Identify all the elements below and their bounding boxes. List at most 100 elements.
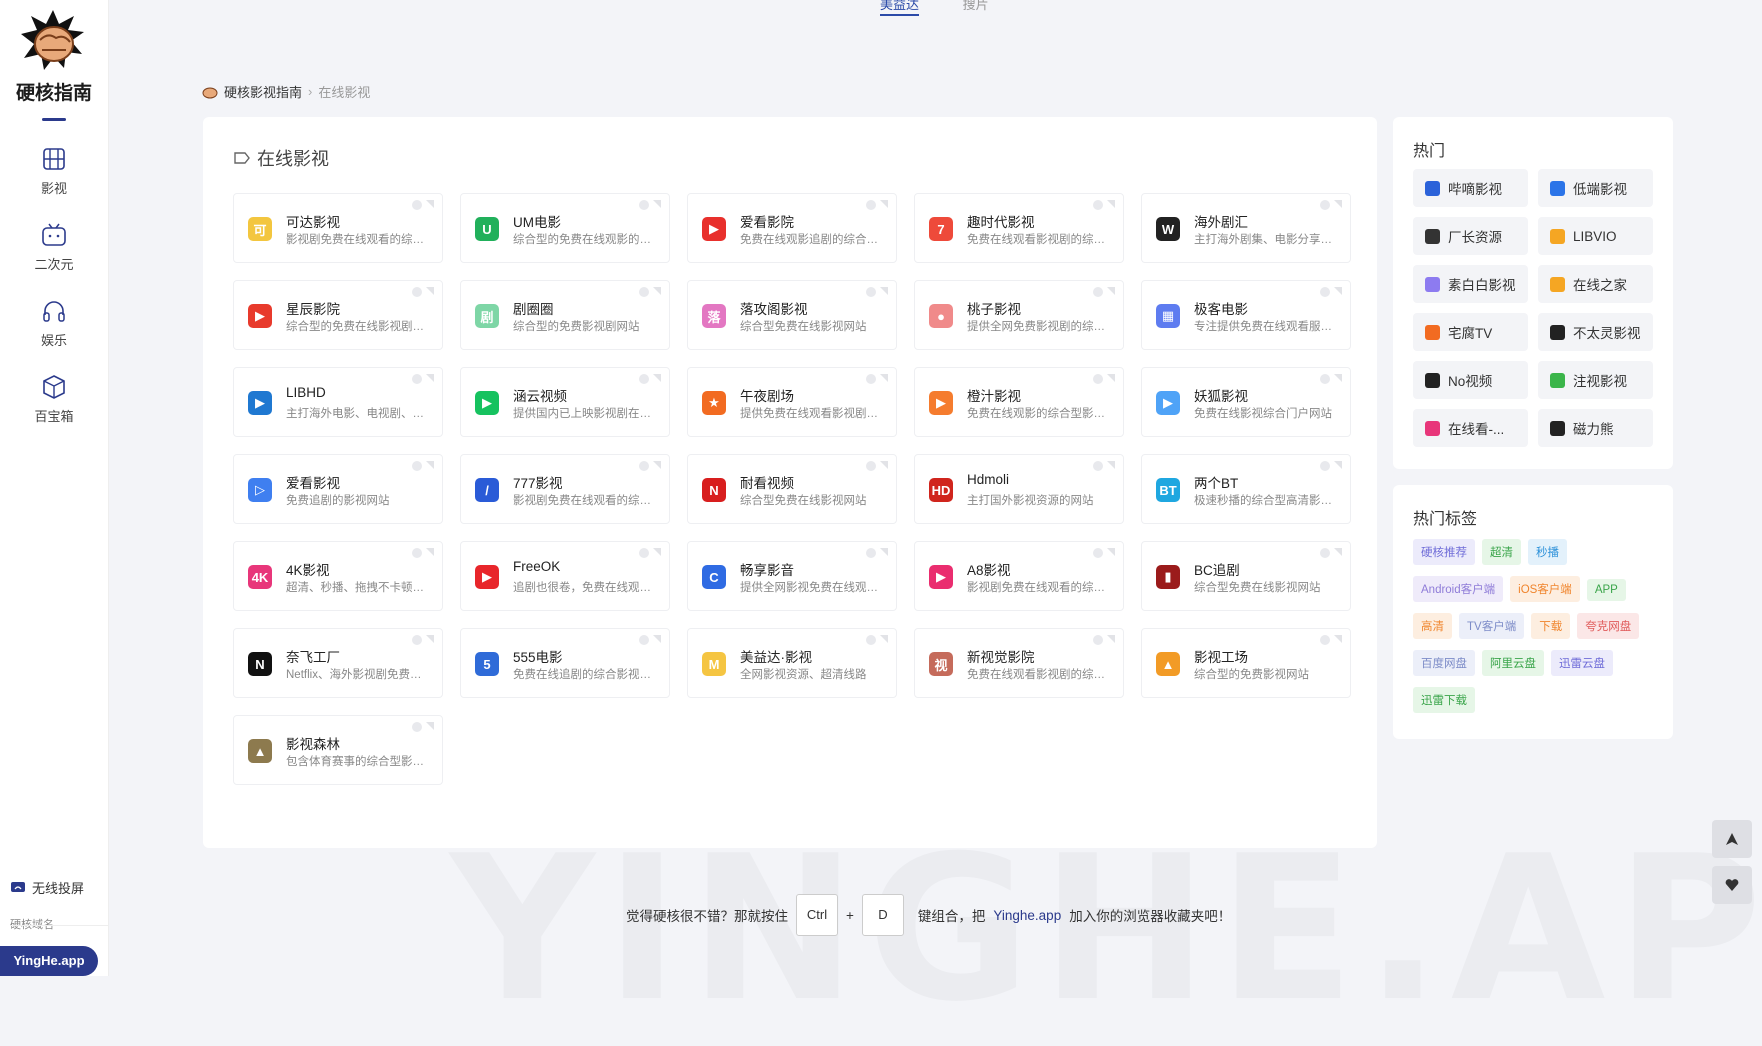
domain-badge[interactable]: YingHe.app — [0, 946, 98, 976]
corner-link-icon[interactable] — [880, 287, 888, 295]
site-card[interactable]: ▶ 涵云视频 提供国内已上映影视剧在线观看 — [460, 367, 670, 437]
hot-item[interactable]: 不太灵影视 — [1538, 313, 1653, 351]
corner-link-icon[interactable] — [1107, 200, 1115, 208]
tag-chip[interactable]: APP — [1586, 579, 1626, 601]
tag-chip[interactable]: 高清 — [1413, 613, 1452, 639]
sidebar-item-anime[interactable]: 二次元 — [0, 222, 108, 274]
info-icon[interactable] — [412, 200, 422, 210]
site-card[interactable]: ▶ FreeOK 追剧也很卷，免费在线观影网站 — [460, 541, 670, 611]
info-icon[interactable] — [1093, 548, 1103, 558]
sidebar-item-entertainment[interactable]: 娱乐 — [0, 298, 108, 350]
tag-chip[interactable]: 秒播 — [1528, 539, 1567, 565]
tag-chip[interactable]: 超清 — [1482, 539, 1521, 565]
corner-link-icon[interactable] — [880, 374, 888, 382]
info-icon[interactable] — [1093, 635, 1103, 645]
site-card[interactable]: 7 趣时代影视 免费在线观看影视剧的综合网站 — [914, 193, 1124, 263]
hot-item[interactable]: 在线之家 — [1538, 265, 1653, 303]
site-card[interactable]: 可可达影视影视剧免费在线观看的综合型网站 — [233, 193, 443, 263]
info-icon[interactable] — [866, 635, 876, 645]
wireless-cast-link[interactable]: 无线投屏 — [10, 878, 84, 897]
corner-link-icon[interactable] — [1107, 548, 1115, 556]
top-nav-other[interactable]: 搜片 — [963, 0, 989, 12]
corner-link-icon[interactable] — [653, 287, 661, 295]
tag-chip[interactable]: 夸克网盘 — [1577, 613, 1640, 639]
info-icon[interactable] — [866, 548, 876, 558]
info-icon[interactable] — [1320, 548, 1330, 558]
corner-link-icon[interactable] — [653, 635, 661, 643]
site-card[interactable]: 5 555电影 免费在线追剧的综合影视网站 — [460, 628, 670, 698]
corner-link-icon[interactable] — [1334, 200, 1342, 208]
info-icon[interactable] — [1320, 374, 1330, 384]
hot-item[interactable]: 哔嘀影视 — [1413, 169, 1528, 207]
info-icon[interactable] — [412, 548, 422, 558]
site-card[interactable]: ● 桃子影视 提供全网免费影视剧的综合网站 — [914, 280, 1124, 350]
corner-link-icon[interactable] — [880, 200, 888, 208]
info-icon[interactable] — [412, 374, 422, 384]
info-icon[interactable] — [866, 287, 876, 297]
corner-link-icon[interactable] — [653, 200, 661, 208]
site-card[interactable]: HD Hdmoli 主打国外影视资源的网站 — [914, 454, 1124, 524]
tag-chip[interactable]: 硬核推荐 — [1413, 539, 1475, 565]
site-link[interactable]: Yinghe.app — [993, 908, 1061, 923]
site-card[interactable]: ▶ 爱看影院 免费在线观影追剧的综合型网站 — [687, 193, 897, 263]
tag-chip[interactable]: TV客户端 — [1459, 613, 1525, 639]
info-icon[interactable] — [1093, 461, 1103, 471]
tag-chip[interactable]: 阿里云盘 — [1482, 650, 1544, 676]
info-icon[interactable] — [866, 374, 876, 384]
site-card[interactable]: / 777影视影视剧免费在线观看的综合型网站 — [460, 454, 670, 524]
site-card[interactable]: ▷ 爱看影视 免费追剧的影视网站 — [233, 454, 443, 524]
site-card[interactable]: N 奈飞工厂 Netflix、海外影视剧免费在线观看 — [233, 628, 443, 698]
info-icon[interactable] — [412, 635, 422, 645]
info-icon[interactable] — [1093, 287, 1103, 297]
tag-chip[interactable]: 百度网盘 — [1413, 650, 1475, 676]
tag-chip[interactable]: 迅雷下载 — [1413, 687, 1475, 713]
info-icon[interactable] — [639, 374, 649, 384]
info-icon[interactable] — [639, 461, 649, 471]
info-icon[interactable] — [1093, 374, 1103, 384]
corner-link-icon[interactable] — [653, 548, 661, 556]
corner-link-icon[interactable] — [880, 635, 888, 643]
site-card[interactable]: U UM电影综合型的免费在线观影的影视网站 — [460, 193, 670, 263]
hot-item[interactable]: No视频 — [1413, 361, 1528, 399]
site-card[interactable]: ▶ 妖狐影视 免费在线影视综合门户网站 — [1141, 367, 1351, 437]
corner-link-icon[interactable] — [426, 722, 434, 730]
sidebar-item-toolbox[interactable]: 百宝箱 — [0, 374, 108, 426]
info-icon[interactable] — [1320, 200, 1330, 210]
site-card[interactable]: 视新视觉影院 免费在线观看影视剧的综合网站 — [914, 628, 1124, 698]
info-icon[interactable] — [639, 200, 649, 210]
corner-link-icon[interactable] — [426, 635, 434, 643]
info-icon[interactable] — [1093, 200, 1103, 210]
info-icon[interactable] — [1320, 461, 1330, 471]
corner-link-icon[interactable] — [1334, 548, 1342, 556]
corner-link-icon[interactable] — [1107, 287, 1115, 295]
site-card[interactable]: ▶ 星辰影院 综合型的免费在线影视剧网站 — [233, 280, 443, 350]
info-icon[interactable] — [639, 548, 649, 558]
site-card[interactable]: M 美益达·影视 全网影视资源、超清线路 — [687, 628, 897, 698]
corner-link-icon[interactable] — [426, 461, 434, 469]
logo-fist-icon[interactable] — [18, 8, 88, 76]
favorite-button[interactable] — [1712, 866, 1752, 904]
tag-chip[interactable]: Android客户端 — [1413, 576, 1504, 602]
site-card[interactable]: 4K 4K影视超清、秒播、拖拽不卡顿的影视网站 — [233, 541, 443, 611]
tag-chip[interactable]: iOS客户端 — [1510, 576, 1580, 602]
hot-item[interactable]: 磁力熊 — [1538, 409, 1653, 447]
corner-link-icon[interactable] — [653, 461, 661, 469]
site-card[interactable]: N 耐看视频 综合型免费在线影视网站 — [687, 454, 897, 524]
corner-link-icon[interactable] — [1107, 461, 1115, 469]
site-card[interactable]: W 海外剧汇 主打海外剧集、电影分享的网站 — [1141, 193, 1351, 263]
info-icon[interactable] — [412, 287, 422, 297]
corner-link-icon[interactable] — [426, 548, 434, 556]
corner-link-icon[interactable] — [1334, 374, 1342, 382]
back-to-top-button[interactable] — [1712, 820, 1752, 858]
sidebar-item-film[interactable]: 影视 — [0, 146, 108, 198]
corner-link-icon[interactable] — [1334, 287, 1342, 295]
hot-item[interactable]: 厂长资源 — [1413, 217, 1528, 255]
hot-item[interactable]: 注视影视 — [1538, 361, 1653, 399]
site-card[interactable]: ▶ LIBHD 主打海外电影、电视剧、动漫的网站 — [233, 367, 443, 437]
site-card[interactable]: 落落攻阁影视 综合型免费在线影视网站 — [687, 280, 897, 350]
corner-link-icon[interactable] — [426, 200, 434, 208]
site-card[interactable]: ▲ 影视工场 综合型的免费影视网站 — [1141, 628, 1351, 698]
corner-link-icon[interactable] — [880, 548, 888, 556]
site-card[interactable]: ▦ 极客电影专注提供免费在线观看服务的网站 — [1141, 280, 1351, 350]
top-nav-active[interactable]: 美益达 — [880, 0, 920, 16]
